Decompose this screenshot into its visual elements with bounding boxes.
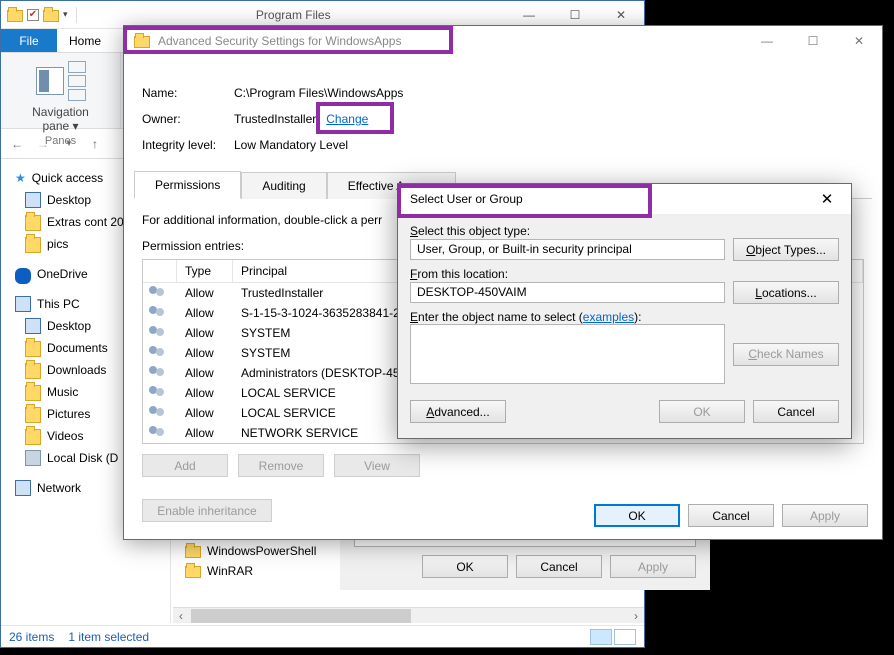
user-group-icon [149,325,167,339]
folder-icon [7,10,23,22]
scroll-right-icon[interactable]: › [628,609,644,623]
advsec-ok-button[interactable]: OK [594,504,680,527]
properties-ok-button[interactable]: OK [422,555,508,578]
change-owner-link[interactable]: Change [326,112,368,126]
perm-type: Allow [177,426,233,440]
maximize-button[interactable]: ☐ [790,26,836,56]
check-names-button[interactable]: Check Names [733,343,839,366]
sel-titlebar: Select User or Group ✕ [398,184,851,214]
sel-ok-button[interactable]: OK [659,400,745,423]
tab-auditing[interactable]: Auditing [241,172,326,199]
view-details-icon[interactable] [590,629,612,645]
meta-name-value: C:\Program Files\WindowsApps [234,86,403,100]
meta-integrity-value: Low Mandatory Level [234,138,348,152]
col-type[interactable]: Type [177,260,233,282]
divider [76,7,77,23]
user-group-icon [149,285,167,299]
perm-type: Allow [177,366,233,380]
tab-permissions[interactable]: Permissions [134,171,241,199]
videos-icon [25,429,41,445]
ribbon-tab-home[interactable]: Home [57,29,113,52]
properties-apply-button[interactable]: Apply [610,555,696,578]
sel-cancel-button[interactable]: Cancel [753,400,839,423]
advsec-meta: Name:C:\Program Files\WindowsApps Owner:… [124,56,882,166]
folder-icon [25,237,41,253]
folder-icon [25,215,41,231]
minimize-button[interactable]: — [744,26,790,56]
scroll-left-icon[interactable]: ‹ [173,609,189,623]
perm-type: Allow [177,286,233,300]
folder-icon [185,566,201,578]
object-name-input[interactable] [410,324,725,384]
select-user-group-dialog: Select User or Group ✕ Select this objec… [397,183,852,439]
meta-name-label: Name: [142,86,234,100]
examples-link[interactable]: examples [583,310,634,324]
user-group-icon [149,405,167,419]
meta-owner-value: TrustedInstaller [234,112,316,126]
object-types-button[interactable]: Object Types... [733,238,839,261]
desktop-icon [25,318,41,334]
perm-type: Allow [177,326,233,340]
desktop-icon [25,192,41,208]
advanced-button[interactable]: Advanced... [410,400,506,423]
sel-title: Select User or Group [410,192,807,206]
folder-icon [185,546,201,558]
object-name-label: Enter the object name to select (example… [410,310,839,324]
horizontal-scrollbar[interactable]: ‹ › [173,607,644,623]
object-type-label: Select this object type: [410,224,839,238]
remove-button[interactable]: Remove [238,454,324,477]
locations-button[interactable]: Locations... [733,281,839,304]
user-group-icon [149,345,167,359]
advsec-apply-button[interactable]: Apply [782,504,868,527]
onedrive-icon [15,268,31,284]
ribbon-group-label: Panes [1,135,120,147]
network-icon [15,480,31,496]
folder-icon [134,36,150,48]
object-type-field: User, Group, or Built-in security princi… [410,239,725,260]
view-button[interactable]: View [334,454,420,477]
location-label: From this location: [410,267,839,281]
advsec-cancel-button[interactable]: Cancel [688,504,774,527]
documents-icon [25,341,41,357]
status-count: 26 items [9,630,54,644]
close-button[interactable]: ✕ [836,26,882,56]
user-group-icon [149,365,167,379]
pictures-icon [25,407,41,423]
location-field: DESKTOP-450VAIM [410,282,725,303]
enable-inheritance-button[interactable]: Enable inheritance [142,499,272,522]
qat-customize-icon[interactable]: ▾ [63,9,68,20]
navigation-pane-button[interactable]: Navigation pane ▾ [1,105,120,133]
meta-owner-label: Owner: [142,112,234,126]
advsec-titlebar: Advanced Security Settings for WindowsAp… [124,26,882,56]
perm-type: Allow [177,386,233,400]
properties-cancel-button[interactable]: Cancel [516,555,602,578]
meta-integrity-label: Integrity level: [142,138,234,152]
user-group-icon [149,305,167,319]
close-button[interactable]: ✕ [807,184,847,214]
perm-type: Allow [177,306,233,320]
qat-newfolder-icon[interactable] [43,10,59,22]
user-group-icon [149,385,167,399]
navigation-pane-icon [36,67,64,95]
downloads-icon [25,363,41,379]
status-selected: 1 item selected [68,630,149,644]
pc-icon [15,296,31,312]
user-group-icon [149,425,167,439]
music-icon [25,385,41,401]
status-bar: 26 items 1 item selected [1,625,644,647]
ribbon-tab-file[interactable]: File [1,29,57,52]
qat-properties-icon[interactable]: ✔ [27,9,39,21]
add-button[interactable]: Add [142,454,228,477]
scroll-thumb[interactable] [191,609,411,623]
advsec-title: Advanced Security Settings for WindowsAp… [158,34,401,48]
explorer-title: Program Files [81,8,506,22]
drive-icon [25,450,41,466]
star-icon: ★ [15,171,26,185]
perm-type: Allow [177,406,233,420]
perm-type: Allow [177,346,233,360]
view-large-icon[interactable] [614,629,636,645]
